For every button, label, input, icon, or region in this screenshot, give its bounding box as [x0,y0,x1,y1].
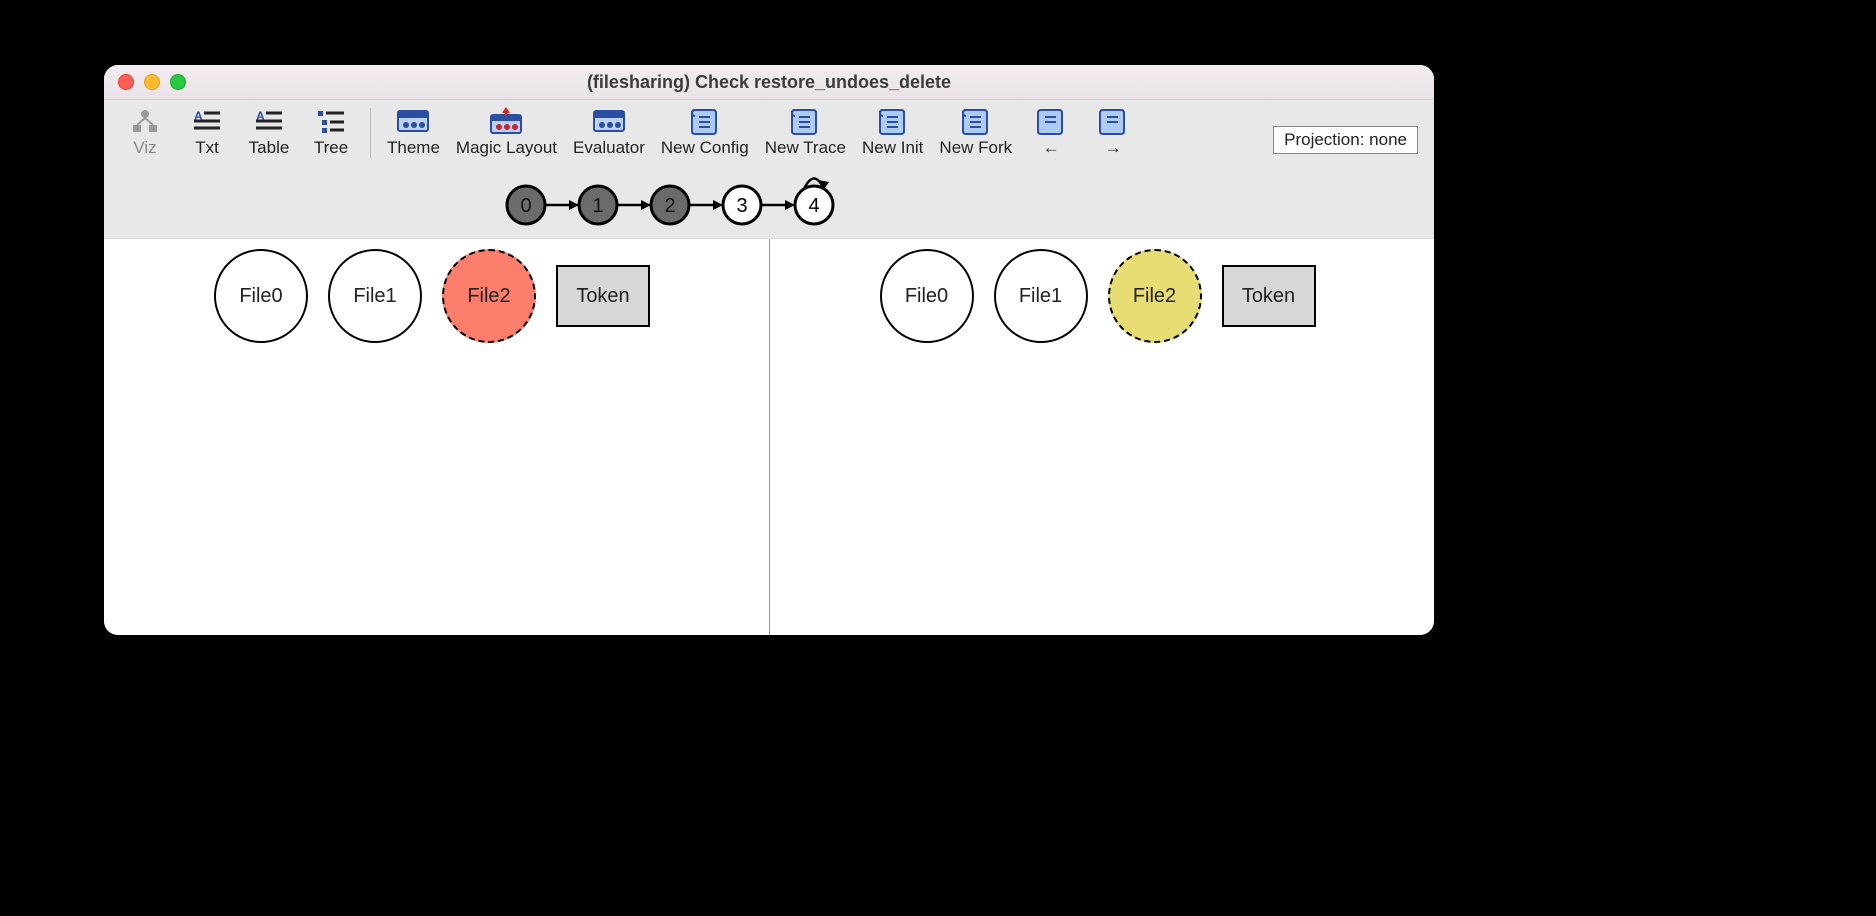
arrow-right-icon: → [1105,138,1122,158]
toolbar-label: Txt [195,138,219,158]
window-controls [104,74,186,90]
scroll-icon [788,106,822,136]
new-config-button[interactable]: New Config [653,106,757,158]
prev-button[interactable]: ← [1020,106,1082,158]
node-token[interactable]: Token [556,265,650,327]
node-file2[interactable]: File2 [442,249,536,343]
node-label: File1 [353,285,396,308]
node-label: File2 [1133,285,1176,308]
next-button[interactable]: → [1082,106,1144,158]
scroll-icon [1096,106,1130,136]
left-pane: File0 File1 File2 Token [104,239,770,635]
outline-tree-icon [314,106,348,136]
scroll-icon [876,106,910,136]
theme-button[interactable]: Theme [379,106,448,158]
toolbar-label: Evaluator [573,138,645,158]
node-token[interactable]: Token [1222,265,1316,327]
left-diagram: File0 File1 File2 Token [104,249,769,343]
toolbar: Viz A Txt A Table Tree Theme [104,100,1434,162]
trace-bar: 0 1 2 3 4 [104,162,1434,238]
viz-button[interactable]: Viz [114,106,176,158]
toolbar-separator [370,108,371,158]
toolbar-label: Theme [387,138,440,158]
tree-graph-icon [128,106,162,136]
evaluator-icon [592,106,626,136]
toolbar-label: Magic Layout [456,138,557,158]
arrow-left-icon: ← [1043,138,1060,158]
svg-text:3: 3 [736,195,747,217]
close-icon[interactable] [118,74,134,90]
svg-text:2: 2 [664,195,675,217]
tree-button[interactable]: Tree [300,106,362,158]
txt-button[interactable]: A Txt [176,106,238,158]
minimize-icon[interactable] [144,74,160,90]
scroll-icon [688,106,722,136]
node-file0[interactable]: File0 [214,249,308,343]
titlebar: (filesharing) Check restore_undoes_delet… [104,65,1434,100]
node-label: File0 [239,285,282,308]
svg-text:4: 4 [808,195,819,217]
text-lines-icon: A [252,106,286,136]
node-label: File2 [467,285,510,308]
toolbar-label: Tree [314,138,348,158]
toolbar-label: Table [249,138,290,158]
toolbar-label: Viz [133,138,156,158]
zoom-icon[interactable] [170,74,186,90]
split-panes: File0 File1 File2 Token File0 File1 File2 Toke… [104,238,1434,635]
projection-dropdown[interactable]: Projection: none [1273,126,1418,154]
node-file1[interactable]: File1 [328,249,422,343]
svg-text:1: 1 [592,195,603,217]
node-label: File1 [1019,285,1062,308]
toolbar-label: New Trace [765,138,846,158]
projection-label: Projection: none [1284,130,1407,149]
toolbar-label: New Config [661,138,749,158]
window-title: (filesharing) Check restore_undoes_delet… [104,72,1434,93]
toolbar-label: New Init [862,138,923,158]
new-init-button[interactable]: New Init [854,106,931,158]
new-fork-button[interactable]: New Fork [931,106,1020,158]
svg-text:0: 0 [520,195,531,217]
node-label: Token [576,285,629,308]
toolbar-label: New Fork [939,138,1012,158]
scroll-icon [959,106,993,136]
trace-graph[interactable]: 0 1 2 3 4 [504,168,864,228]
scroll-icon [1034,106,1068,136]
evaluator-button[interactable]: Evaluator [565,106,653,158]
node-file1[interactable]: File1 [994,249,1088,343]
table-button[interactable]: A Table [238,106,300,158]
node-label: Token [1242,285,1295,308]
new-trace-button[interactable]: New Trace [757,106,854,158]
right-pane: File0 File1 File2 Token [770,239,1435,635]
node-label: File0 [905,285,948,308]
text-lines-icon: A [190,106,224,136]
node-file2[interactable]: File2 [1108,249,1202,343]
node-file0[interactable]: File0 [880,249,974,343]
magic-layout-button[interactable]: Magic Layout [448,106,565,158]
app-window: (filesharing) Check restore_undoes_delet… [104,65,1434,635]
magic-layout-icon [489,106,523,136]
palette-dialog-icon [396,106,430,136]
right-diagram: File0 File1 File2 Token [770,249,1435,343]
